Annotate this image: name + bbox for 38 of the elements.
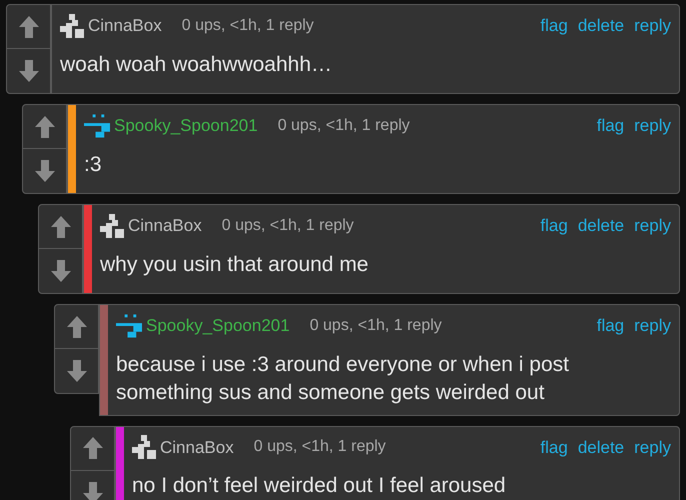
up-arrow-icon <box>34 114 56 138</box>
down-arrow-icon <box>34 159 56 183</box>
username[interactable]: CinnaBox <box>88 13 162 38</box>
action-link[interactable]: reply <box>634 13 671 38</box>
comment-text: no I don’t feel weirded out I feel aroused <box>132 473 507 499</box>
action-link[interactable]: delete <box>578 213 624 238</box>
up-arrow-icon <box>50 214 72 238</box>
comment-text: woah woah woahwwoahhh… <box>60 52 334 78</box>
username[interactable]: CinnaBox <box>160 434 234 460</box>
comment-text: :3 <box>84 152 103 178</box>
up-arrow-icon <box>82 436 104 460</box>
action-link[interactable]: flag <box>540 213 568 238</box>
action-link[interactable]: flag <box>596 113 624 138</box>
comment-meta: 0 ups, <1h, 1 reply <box>222 216 354 236</box>
comment-meta: 0 ups, <1h, 1 reply <box>182 16 314 36</box>
action-link[interactable]: delete <box>578 13 624 38</box>
comment-text: why you usin that around me <box>100 252 370 278</box>
username[interactable]: CinnaBox <box>128 213 202 238</box>
action-link[interactable]: flag <box>596 313 624 338</box>
action-link[interactable]: delete <box>578 434 624 460</box>
username[interactable]: Spooky_Spoon201 <box>114 113 258 138</box>
action-link[interactable]: reply <box>634 434 671 460</box>
action-link[interactable]: flag <box>540 13 568 38</box>
action-link[interactable]: flag <box>540 434 568 460</box>
username[interactable]: Spooky_Spoon201 <box>146 313 290 338</box>
comment-meta: 0 ups, <1h, 1 reply <box>254 437 386 458</box>
comment-text: because i use :3 around everyone or when i post something sus and someone gets weirded out <box>116 352 570 406</box>
down-arrow-icon <box>18 59 40 83</box>
action-link[interactable]: reply <box>634 113 671 138</box>
comment-meta: 0 ups, <1h, 1 reply <box>278 116 410 136</box>
down-arrow-icon <box>50 259 72 283</box>
up-arrow-icon <box>66 314 88 338</box>
up-arrow-icon <box>18 14 40 38</box>
action-link[interactable]: reply <box>634 213 671 238</box>
down-arrow-icon <box>82 480 104 500</box>
action-link[interactable]: reply <box>634 313 671 338</box>
down-arrow-icon <box>66 359 88 383</box>
comment-meta: 0 ups, <1h, 1 reply <box>310 316 442 336</box>
